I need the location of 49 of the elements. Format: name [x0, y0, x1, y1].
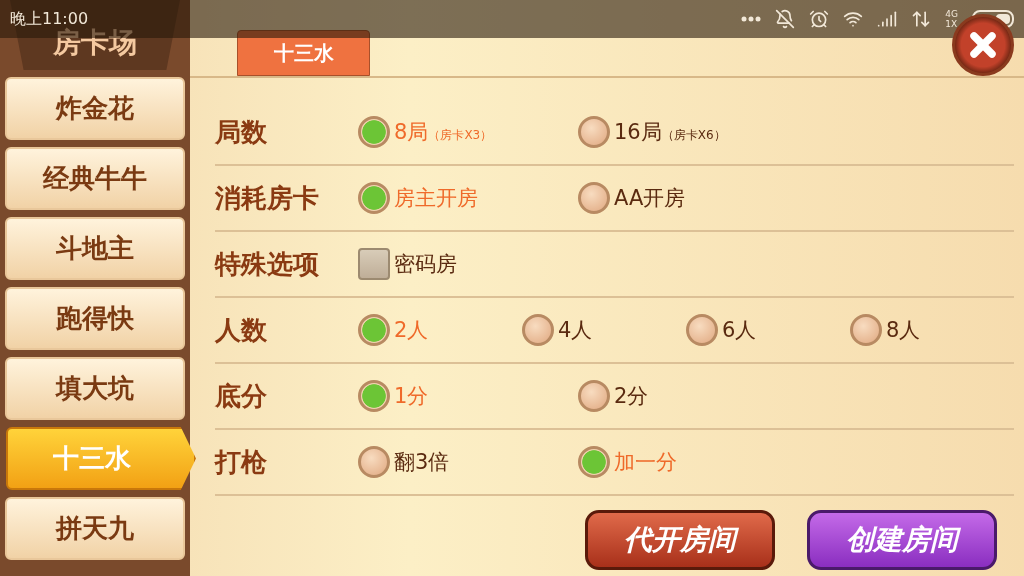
radio-button[interactable]: [358, 116, 390, 148]
network-label: 4G: [945, 9, 958, 19]
game-item[interactable]: 填大坑: [5, 357, 185, 420]
game-item[interactable]: 炸金花: [5, 77, 185, 140]
radio-button[interactable]: [578, 446, 610, 478]
option-text: 1分: [394, 383, 429, 410]
option-label: 消耗房卡: [215, 181, 320, 215]
bell-off-icon: [775, 9, 796, 29]
radio-button[interactable]: [850, 314, 882, 346]
option-label: 特殊选项: [215, 247, 320, 281]
option-text: 房主开房: [394, 185, 478, 212]
option-label: 人数: [215, 313, 268, 347]
radio-button[interactable]: [578, 182, 610, 214]
game-item[interactable]: 跑得快: [5, 287, 185, 350]
option-text: 6人: [722, 317, 757, 344]
radio-button[interactable]: [686, 314, 718, 346]
radio-button[interactable]: [358, 446, 390, 478]
option-text: 翻3倍: [394, 449, 450, 476]
alarm-icon: [809, 9, 830, 29]
radio-button[interactable]: [358, 182, 390, 214]
radio-button[interactable]: [358, 314, 390, 346]
option-label: 局数: [215, 115, 268, 149]
game-item[interactable]: 斗地主: [5, 217, 185, 280]
option-text: AA开房: [614, 185, 686, 212]
radio-button[interactable]: [522, 314, 554, 346]
radio-button[interactable]: [358, 380, 390, 412]
option-text: 8人: [886, 317, 921, 344]
network-label: 1X: [945, 19, 958, 29]
option-text: 8局（房卡X3）: [394, 119, 493, 146]
data-arrows-icon: [911, 9, 932, 29]
wifi-icon: [843, 9, 864, 29]
option-label: 打枪: [215, 445, 268, 479]
checkbox[interactable]: [358, 248, 390, 280]
option-text: 16局（房卡X6）: [614, 119, 726, 146]
option-label: 底分: [215, 379, 268, 413]
radio-button[interactable]: [578, 116, 610, 148]
option-text: 2分: [614, 383, 649, 410]
status-time: 晚上11:00: [10, 8, 89, 28]
option-text: 4人: [558, 317, 593, 344]
room-button[interactable]: 代开房间: [585, 510, 775, 570]
signal-icon: [877, 9, 898, 29]
option-text: 2人: [394, 317, 429, 344]
room-button[interactable]: 创建房间: [807, 510, 997, 570]
game-item[interactable]: 经典牛牛: [5, 147, 185, 210]
game-item[interactable]: 拼天九: [5, 497, 185, 560]
option-text: 加一分: [614, 449, 677, 476]
radio-button[interactable]: [578, 380, 610, 412]
option-text: 密码房: [394, 251, 457, 278]
more-dots-icon: [741, 16, 762, 22]
